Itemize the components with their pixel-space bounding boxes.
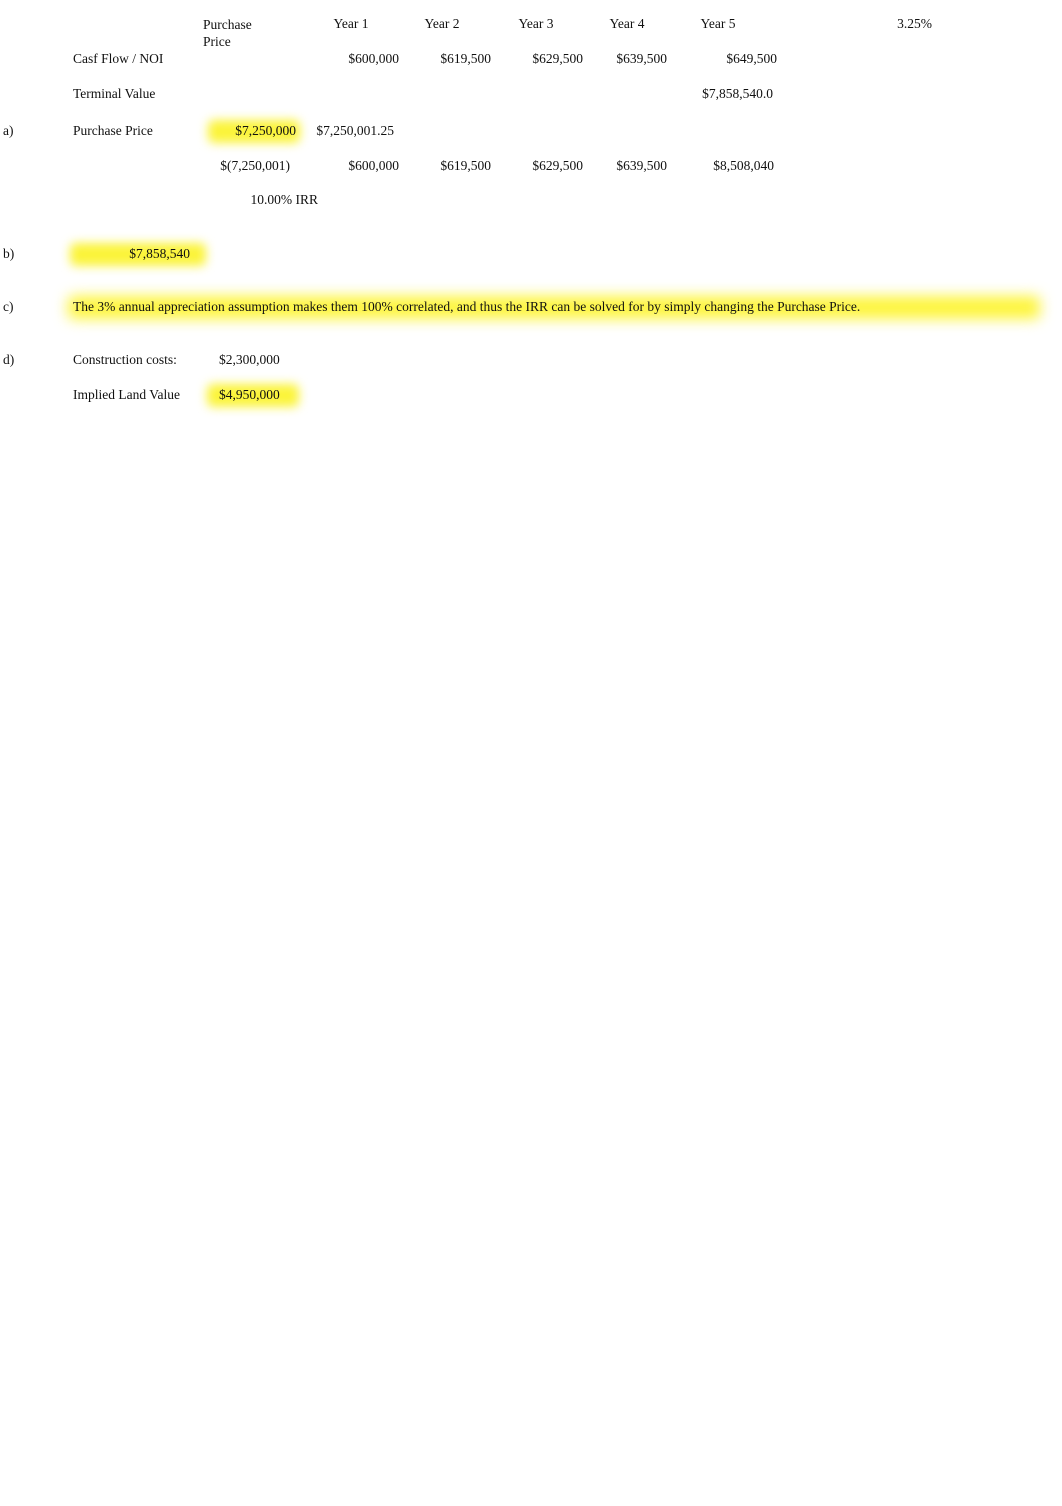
row-marker-c: c) (3, 299, 14, 314)
spreadsheet-canvas: Purchase Price Year 1 Year 2 Year 3 Year… (0, 0, 1062, 1506)
cash-flow-year-2: $619,500 (440, 51, 491, 66)
column-header-year-1: Year 1 (333, 16, 369, 31)
column-header-year-4: Year 4 (609, 16, 645, 31)
purchase-price-header-line1: Purchase (203, 17, 252, 32)
cash-flow-year-5: $649,500 (726, 51, 777, 66)
implied-land-value-value: $4,950,000 (219, 387, 280, 402)
row-label-cash-flow-noi: Casf Flow / NOI (73, 51, 164, 66)
cash-flow-year-1: $600,000 (348, 51, 399, 66)
row-label-terminal-value: Terminal Value (73, 86, 156, 101)
row-label-purchase-price: Purchase Price (73, 123, 153, 138)
cash-flow-stream-year-4: $639,500 (616, 158, 667, 173)
cash-flow-stream-year-1: $600,000 (348, 158, 399, 173)
cash-flow-year-4: $639,500 (616, 51, 667, 66)
purchase-price-exact-value: $7,250,001.25 (316, 123, 394, 138)
growth-rate-value: 3.25% (897, 16, 932, 31)
row-label-construction-costs: Construction costs: (73, 352, 177, 367)
cash-flow-stream-purchase-price: $(7,250,001) (220, 158, 290, 173)
cash-flow-stream-year-5: $8,508,040 (713, 158, 774, 173)
row-marker-d: d) (3, 352, 15, 367)
row-marker-a: a) (3, 123, 14, 138)
row-label-implied-land-value: Implied Land Value (73, 387, 180, 402)
irr-value: 10.00% IRR (250, 192, 319, 207)
column-header-year-2: Year 2 (424, 16, 460, 31)
cash-flow-stream-year-2: $619,500 (440, 158, 491, 173)
purchase-price-header-line2: Price (203, 34, 231, 49)
part-c-explanation-text: The 3% annual appreciation assumption ma… (73, 299, 861, 314)
part-b-value: $7,858,540 (129, 246, 190, 261)
row-marker-b: b) (3, 246, 15, 261)
terminal-value-year-5: $7,858,540.0 (702, 86, 773, 101)
construction-costs-value: $2,300,000 (219, 352, 280, 367)
column-header-year-5: Year 5 (700, 16, 736, 31)
column-header-year-3: Year 3 (518, 16, 554, 31)
purchase-price-rounded-value: $7,250,000 (235, 123, 296, 138)
column-header-purchase-price: Purchase Price (203, 16, 273, 50)
